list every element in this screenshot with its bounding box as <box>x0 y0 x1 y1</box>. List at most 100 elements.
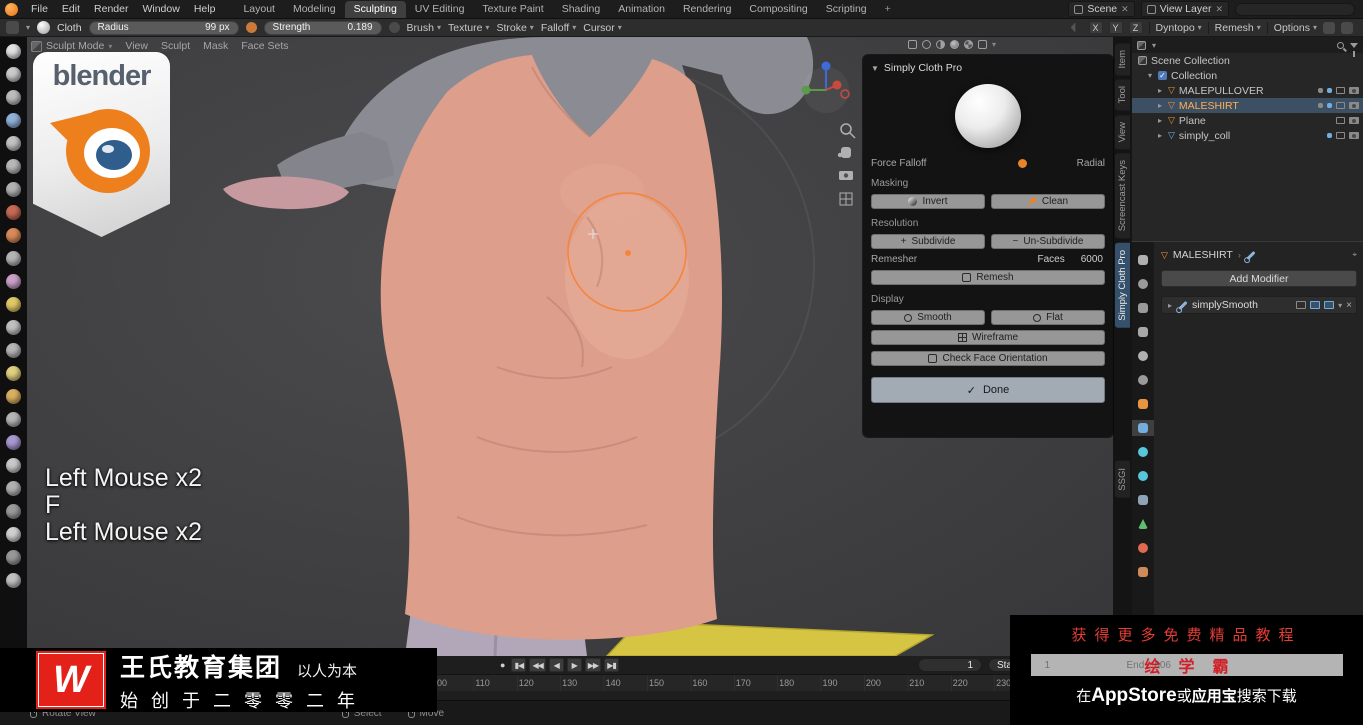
delete-modifier-icon[interactable]: × <box>1346 300 1352 311</box>
brush-icon[interactable] <box>6 435 21 450</box>
faces-field[interactable]: Faces 6000 <box>1038 254 1105 265</box>
unsubdivide-button[interactable]: − Un-Subdivide <box>991 234 1105 249</box>
strength-slider[interactable]: Strength 0.189 <box>263 20 382 35</box>
texture-properties-tab[interactable] <box>1132 564 1154 580</box>
tab-item[interactable]: Item <box>1114 43 1130 76</box>
next-keyframe-button[interactable]: ▶▶ <box>584 658 602 672</box>
jump-to-end-button[interactable]: ▶▮ <box>604 658 620 672</box>
gizmo-toggle-icon[interactable] <box>1341 21 1353 34</box>
stroke-dropdown[interactable]: Stroke ▾ <box>496 22 533 34</box>
brush-icon[interactable] <box>6 136 21 151</box>
render-properties-tab[interactable] <box>1132 276 1154 292</box>
world-properties-tab[interactable] <box>1132 372 1154 388</box>
smooth-shading-button[interactable]: Smooth <box>871 310 985 325</box>
mirror-z-toggle[interactable]: Z <box>1128 21 1143 34</box>
gizmo-x-axis[interactable] <box>832 80 842 90</box>
pin-icon[interactable]: ⌖ <box>1352 250 1357 260</box>
tab-screencast-keys[interactable]: Screencast Keys <box>1114 153 1130 239</box>
tab-ssgi[interactable]: SSGI <box>1114 461 1130 499</box>
shading-material-icon[interactable] <box>950 40 959 49</box>
view-layer-selector[interactable]: View Layer ✕ <box>1140 1 1229 17</box>
chevron-down-icon[interactable]: ▾ <box>1152 41 1156 50</box>
editor-type-icon[interactable] <box>6 21 19 34</box>
realtime-toggle-icon[interactable] <box>1310 301 1321 309</box>
tab-tool[interactable]: Tool <box>1114 79 1130 111</box>
collection-row[interactable]: ▾ ✓ Collection <box>1132 68 1363 83</box>
object-properties-tab[interactable] <box>1132 396 1154 412</box>
brush-icon[interactable] <box>6 458 21 473</box>
outliner-editor-icon[interactable] <box>1137 40 1146 50</box>
disable-render-icon[interactable] <box>1349 117 1359 124</box>
object-row-simply-coll[interactable]: ▸ ▽ simply_coll <box>1132 128 1363 143</box>
play-reverse-button[interactable]: ◀ <box>548 658 564 672</box>
add-workspace-button[interactable]: + <box>876 1 900 18</box>
disable-render-icon[interactable] <box>1349 102 1359 109</box>
data-properties-tab[interactable] <box>1132 516 1154 532</box>
modifier-panel-header[interactable]: ▸ simplySmooth ▾ × <box>1161 296 1357 314</box>
scene-selector[interactable]: Scene ✕ <box>1068 1 1135 17</box>
search-icon[interactable] <box>1337 41 1344 49</box>
transform-orientation-icon[interactable] <box>908 40 917 49</box>
shading-rendered-icon[interactable] <box>964 40 973 49</box>
disable-render-icon[interactable] <box>1349 87 1359 94</box>
remesh-button[interactable]: Remesh <box>871 270 1105 285</box>
hide-viewport-icon[interactable] <box>1336 102 1345 109</box>
hide-viewport-icon[interactable] <box>1336 87 1345 94</box>
object-row-plane[interactable]: ▸ ▽ Plane <box>1132 113 1363 128</box>
radius-pressure-icon[interactable] <box>245 22 257 33</box>
brush-icon[interactable] <box>6 44 21 59</box>
render-menu[interactable]: Render <box>87 3 135 15</box>
falloff-dropdown[interactable]: Falloff ▾ <box>541 22 576 34</box>
remesh-dropdown[interactable]: Remesh ▾ <box>1215 22 1261 34</box>
wireframe-button[interactable]: Wireframe <box>871 330 1105 345</box>
brush-icon[interactable] <box>6 389 21 404</box>
expand-icon[interactable]: ▸ <box>1156 131 1164 140</box>
close-icon[interactable]: ✕ <box>1215 4 1223 15</box>
constraint-properties-tab[interactable] <box>1132 492 1154 508</box>
object-row-malepullover[interactable]: ▸ ▽ MALEPULLOVER <box>1132 83 1363 98</box>
file-menu[interactable]: File <box>24 3 55 15</box>
dyntopo-dropdown[interactable]: Dyntopo ▾ <box>1156 22 1202 34</box>
brush-icon[interactable] <box>6 320 21 335</box>
brush-icon[interactable] <box>6 228 21 243</box>
brush-icon[interactable] <box>6 343 21 358</box>
brush-icon[interactable] <box>6 550 21 565</box>
tab-uv-editing[interactable]: UV Editing <box>406 1 474 18</box>
tab-rendering[interactable]: Rendering <box>674 1 740 18</box>
jump-to-start-button[interactable]: ▮◀ <box>511 658 527 672</box>
brush-preview-icon[interactable] <box>37 21 51 34</box>
shading-wireframe-icon[interactable] <box>922 40 931 49</box>
current-frame-field[interactable]: 1 <box>918 658 982 672</box>
disable-render-icon[interactable] <box>1349 132 1359 139</box>
scene-properties-tab[interactable] <box>1132 348 1154 364</box>
help-menu[interactable]: Help <box>187 3 223 15</box>
brush-icon[interactable] <box>6 274 21 289</box>
gizmo-z-axis[interactable] <box>821 61 831 71</box>
output-properties-tab[interactable] <box>1132 300 1154 316</box>
falloff-radio-icon[interactable] <box>1017 159 1027 168</box>
texture-dropdown[interactable]: Texture ▾ <box>448 22 489 34</box>
brush-dropdown[interactable]: Brush ▾ <box>407 22 441 34</box>
brush-icon[interactable] <box>6 182 21 197</box>
expand-icon[interactable]: ▸ <box>1156 101 1164 110</box>
blender-app-icon[interactable] <box>5 2 18 16</box>
mirror-y-toggle[interactable]: Y <box>1108 21 1123 34</box>
scene-collection-row[interactable]: Scene Collection <box>1132 53 1363 68</box>
brush-icon[interactable] <box>6 573 21 588</box>
brush-icon[interactable] <box>6 504 21 519</box>
faces-value[interactable]: 6000 <box>1081 254 1103 265</box>
edit-menu[interactable]: Edit <box>55 3 87 15</box>
brush-icon[interactable] <box>6 297 21 312</box>
edit-mode-toggle-icon[interactable] <box>1296 301 1307 309</box>
radius-slider[interactable]: Radius 99 px <box>88 20 239 35</box>
particle-properties-tab[interactable] <box>1132 444 1154 460</box>
view-menu[interactable]: View <box>125 40 148 52</box>
view-layer-properties-tab[interactable] <box>1132 324 1154 340</box>
play-button[interactable]: ▶ <box>566 658 582 672</box>
tab-shading[interactable]: Shading <box>553 1 610 18</box>
active-brush-name[interactable]: Cloth <box>57 22 82 34</box>
check-face-orientation-button[interactable]: Check Face Orientation <box>871 351 1105 366</box>
strength-pressure-icon[interactable] <box>388 22 400 33</box>
shading-solid-icon[interactable] <box>936 40 945 49</box>
add-modifier-button[interactable]: Add Modifier <box>1161 270 1357 287</box>
